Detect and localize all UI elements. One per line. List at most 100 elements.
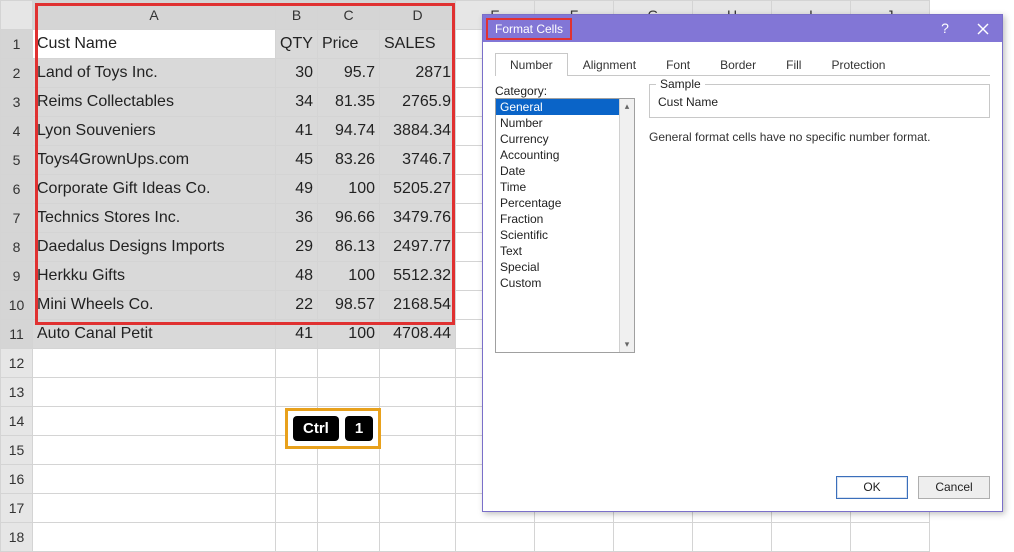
cell-B18[interactable]	[276, 523, 318, 552]
category-item-custom[interactable]: Custom	[496, 275, 634, 291]
cell-D15[interactable]	[380, 436, 456, 465]
cell-C6[interactable]: 100	[318, 175, 380, 204]
cell-C12[interactable]	[318, 349, 380, 378]
cell-A1[interactable]: Cust Name	[33, 30, 276, 59]
row-header-7[interactable]: 7	[1, 204, 33, 233]
cell-B4[interactable]: 41	[276, 117, 318, 146]
cell-D18[interactable]	[380, 523, 456, 552]
tab-number[interactable]: Number	[495, 53, 568, 76]
cell-H18[interactable]	[693, 523, 772, 552]
cell-B17[interactable]	[276, 494, 318, 523]
cell-C7[interactable]: 96.66	[318, 204, 380, 233]
category-item-text[interactable]: Text	[496, 243, 634, 259]
cancel-button[interactable]: Cancel	[918, 476, 990, 499]
cell-A17[interactable]	[33, 494, 276, 523]
cell-B3[interactable]: 34	[276, 88, 318, 117]
scroll-down-icon[interactable]: ▾	[620, 337, 634, 352]
cell-D7[interactable]: 3479.76	[380, 204, 456, 233]
close-button[interactable]	[964, 23, 1002, 35]
cell-D16[interactable]	[380, 465, 456, 494]
row-header-11[interactable]: 11	[1, 320, 33, 349]
tab-border[interactable]: Border	[705, 53, 771, 76]
cell-A16[interactable]	[33, 465, 276, 494]
cell-B10[interactable]: 22	[276, 291, 318, 320]
cell-D2[interactable]: 2871	[380, 59, 456, 88]
cell-A4[interactable]: Lyon Souveniers	[33, 117, 276, 146]
cell-C8[interactable]: 86.13	[318, 233, 380, 262]
cell-A18[interactable]	[33, 523, 276, 552]
category-item-special[interactable]: Special	[496, 259, 634, 275]
row-header-10[interactable]: 10	[1, 291, 33, 320]
row-header-16[interactable]: 16	[1, 465, 33, 494]
category-item-time[interactable]: Time	[496, 179, 634, 195]
cell-D8[interactable]: 2497.77	[380, 233, 456, 262]
cell-D14[interactable]	[380, 407, 456, 436]
cell-G18[interactable]	[614, 523, 693, 552]
cell-D1[interactable]: SALES	[380, 30, 456, 59]
column-header-C[interactable]: C	[318, 1, 380, 30]
cell-C16[interactable]	[318, 465, 380, 494]
cell-A3[interactable]: Reims Collectables	[33, 88, 276, 117]
scrollbar[interactable]: ▴ ▾	[619, 99, 634, 352]
category-item-currency[interactable]: Currency	[496, 131, 634, 147]
category-item-percentage[interactable]: Percentage	[496, 195, 634, 211]
cell-D10[interactable]: 2168.54	[380, 291, 456, 320]
column-header-D[interactable]: D	[380, 1, 456, 30]
cell-C1[interactable]: Price	[318, 30, 380, 59]
cell-C3[interactable]: 81.35	[318, 88, 380, 117]
cell-D12[interactable]	[380, 349, 456, 378]
row-header-13[interactable]: 13	[1, 378, 33, 407]
row-header-17[interactable]: 17	[1, 494, 33, 523]
cell-I18[interactable]	[772, 523, 851, 552]
row-header-3[interactable]: 3	[1, 88, 33, 117]
cell-A13[interactable]	[33, 378, 276, 407]
cell-B9[interactable]: 48	[276, 262, 318, 291]
dialog-titlebar[interactable]: Format Cells ?	[483, 15, 1002, 42]
cell-A10[interactable]: Mini Wheels Co.	[33, 291, 276, 320]
cell-A11[interactable]: Auto Canal Petit	[33, 320, 276, 349]
category-item-fraction[interactable]: Fraction	[496, 211, 634, 227]
cell-C10[interactable]: 98.57	[318, 291, 380, 320]
row-header-12[interactable]: 12	[1, 349, 33, 378]
tab-protection[interactable]: Protection	[816, 53, 900, 76]
row-header-2[interactable]: 2	[1, 59, 33, 88]
ok-button[interactable]: OK	[836, 476, 908, 499]
cell-B13[interactable]	[276, 378, 318, 407]
cell-D13[interactable]	[380, 378, 456, 407]
cell-D3[interactable]: 2765.9	[380, 88, 456, 117]
cell-D5[interactable]: 3746.7	[380, 146, 456, 175]
category-item-number[interactable]: Number	[496, 115, 634, 131]
cell-A12[interactable]	[33, 349, 276, 378]
cell-B2[interactable]: 30	[276, 59, 318, 88]
cell-C17[interactable]	[318, 494, 380, 523]
cell-D4[interactable]: 3884.34	[380, 117, 456, 146]
cell-B16[interactable]	[276, 465, 318, 494]
cell-C11[interactable]: 100	[318, 320, 380, 349]
cell-C5[interactable]: 83.26	[318, 146, 380, 175]
row-header-18[interactable]: 18	[1, 523, 33, 552]
row-header-8[interactable]: 8	[1, 233, 33, 262]
cell-B5[interactable]: 45	[276, 146, 318, 175]
category-item-general[interactable]: General	[496, 99, 634, 115]
cell-B11[interactable]: 41	[276, 320, 318, 349]
cell-A8[interactable]: Daedalus Designs Imports	[33, 233, 276, 262]
category-item-date[interactable]: Date	[496, 163, 634, 179]
scroll-up-icon[interactable]: ▴	[620, 99, 634, 114]
cell-A5[interactable]: Toys4GrownUps.com	[33, 146, 276, 175]
cell-C13[interactable]	[318, 378, 380, 407]
help-button[interactable]: ?	[926, 15, 964, 42]
row-header-9[interactable]: 9	[1, 262, 33, 291]
cell-A6[interactable]: Corporate Gift Ideas Co.	[33, 175, 276, 204]
cell-E18[interactable]	[456, 523, 535, 552]
cell-B6[interactable]: 49	[276, 175, 318, 204]
cell-A7[interactable]: Technics Stores Inc.	[33, 204, 276, 233]
row-header-15[interactable]: 15	[1, 436, 33, 465]
row-header-14[interactable]: 14	[1, 407, 33, 436]
category-item-scientific[interactable]: Scientific	[496, 227, 634, 243]
cell-A14[interactable]	[33, 407, 276, 436]
cell-D17[interactable]	[380, 494, 456, 523]
cell-D6[interactable]: 5205.27	[380, 175, 456, 204]
row-header-5[interactable]: 5	[1, 146, 33, 175]
tab-font[interactable]: Font	[651, 53, 705, 76]
cell-A15[interactable]	[33, 436, 276, 465]
